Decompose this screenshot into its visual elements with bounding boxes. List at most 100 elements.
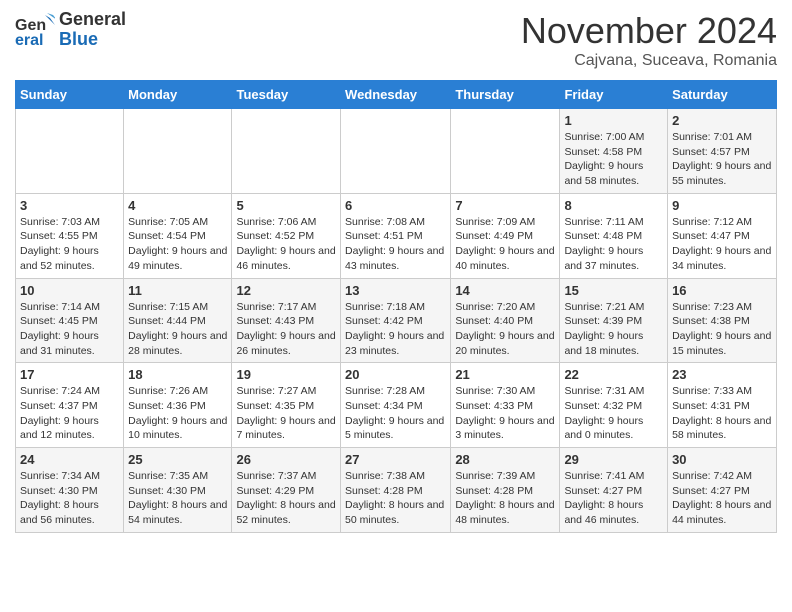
day-number: 6 [345,198,446,213]
day-info: Sunrise: 7:17 AM Sunset: 4:43 PM Dayligh… [236,300,336,359]
day-info: Sunrise: 7:41 AM Sunset: 4:27 PM Dayligh… [564,469,663,528]
day-number: 19 [236,367,336,382]
day-number: 25 [128,452,227,467]
day-number: 29 [564,452,663,467]
day-number: 15 [564,283,663,298]
header-monday: Monday [124,81,232,109]
calendar-cell: 11 Sunrise: 7:15 AM Sunset: 4:44 PM Dayli… [124,278,232,363]
calendar-week-1: 1 Sunrise: 7:00 AM Sunset: 4:58 PM Daylig… [16,109,777,194]
weekday-header-row: Sunday Monday Tuesday Wednesday Thursday… [16,81,777,109]
logo: Gen eral General Blue [15,10,126,50]
day-number: 22 [564,367,663,382]
day-info: Sunrise: 7:26 AM Sunset: 4:36 PM Dayligh… [128,384,227,443]
calendar-cell [124,109,232,194]
calendar-week-4: 17 Sunrise: 7:24 AM Sunset: 4:37 PM Dayli… [16,363,777,448]
calendar-cell: 3 Sunrise: 7:03 AM Sunset: 4:55 PM Daylig… [16,193,124,278]
day-info: Sunrise: 7:12 AM Sunset: 4:47 PM Dayligh… [672,215,772,274]
calendar-cell: 21Sunrise: 7:30 AM Sunset: 4:33 PM Dayli… [451,363,560,448]
header: Gen eral General Blue November 2024 Cajv… [15,10,777,70]
calendar-cell: 10 Sunrise: 7:14 AM Sunset: 4:45 PM Dayli… [16,278,124,363]
calendar-cell: 15 Sunrise: 7:21 AM Sunset: 4:39 PM Dayli… [560,278,668,363]
header-wednesday: Wednesday [341,81,451,109]
day-number: 20 [345,367,446,382]
day-info: Sunrise: 7:23 AM Sunset: 4:38 PM Dayligh… [672,300,772,359]
logo-text-blue: Blue [59,30,126,50]
day-info: Sunrise: 7:24 AM Sunset: 4:37 PM Dayligh… [20,384,119,443]
calendar-table: Sunday Monday Tuesday Wednesday Thursday… [15,80,777,533]
day-number: 4 [128,198,227,213]
day-number: 10 [20,283,119,298]
calendar-cell [16,109,124,194]
day-info: Sunrise: 7:34 AM Sunset: 4:30 PM Dayligh… [20,469,119,528]
month-title: November 2024 [521,10,777,52]
day-number: 13 [345,283,446,298]
day-info: Sunrise: 7:01 AM Sunset: 4:57 PM Dayligh… [672,130,772,189]
day-info: Sunrise: 7:03 AM Sunset: 4:55 PM Dayligh… [20,215,119,274]
calendar-cell: 17 Sunrise: 7:24 AM Sunset: 4:37 PM Dayli… [16,363,124,448]
day-info: Sunrise: 7:09 AM Sunset: 4:49 PM Dayligh… [455,215,555,274]
calendar-cell [232,109,341,194]
calendar-cell: 28 Sunrise: 7:39 AM Sunset: 4:28 PM Dayli… [451,448,560,533]
calendar-cell: 19 Sunrise: 7:27 AM Sunset: 4:35 PM Dayli… [232,363,341,448]
day-info: Sunrise: 7:35 AM Sunset: 4:30 PM Dayligh… [128,469,227,528]
calendar-week-2: 3 Sunrise: 7:03 AM Sunset: 4:55 PM Daylig… [16,193,777,278]
calendar-cell: 26Sunrise: 7:37 AM Sunset: 4:29 PM Dayli… [232,448,341,533]
logo-text-general: General [59,10,126,30]
day-number: 5 [236,198,336,213]
day-number: 26 [236,452,336,467]
day-info: Sunrise: 7:14 AM Sunset: 4:45 PM Dayligh… [20,300,119,359]
calendar-cell: 29 Sunrise: 7:41 AM Sunset: 4:27 PM Dayli… [560,448,668,533]
calendar-cell: 14Sunrise: 7:20 AM Sunset: 4:40 PM Dayli… [451,278,560,363]
calendar-cell: 8 Sunrise: 7:11 AM Sunset: 4:48 PM Daylig… [560,193,668,278]
day-number: 12 [236,283,336,298]
day-number: 23 [672,367,772,382]
day-info: Sunrise: 7:06 AM Sunset: 4:52 PM Dayligh… [236,215,336,274]
calendar-cell: 22 Sunrise: 7:31 AM Sunset: 4:32 PM Dayli… [560,363,668,448]
day-number: 17 [20,367,119,382]
day-info: Sunrise: 7:21 AM Sunset: 4:39 PM Dayligh… [564,300,663,359]
calendar-cell: 1 Sunrise: 7:00 AM Sunset: 4:58 PM Daylig… [560,109,668,194]
day-number: 28 [455,452,555,467]
calendar-cell: 23Sunrise: 7:33 AM Sunset: 4:31 PM Dayli… [668,363,777,448]
day-info: Sunrise: 7:15 AM Sunset: 4:44 PM Dayligh… [128,300,227,359]
day-info: Sunrise: 7:08 AM Sunset: 4:51 PM Dayligh… [345,215,446,274]
calendar-cell [451,109,560,194]
day-number: 1 [564,113,663,128]
day-info: Sunrise: 7:31 AM Sunset: 4:32 PM Dayligh… [564,384,663,443]
logo-icon: Gen eral [15,10,55,50]
day-number: 2 [672,113,772,128]
day-info: Sunrise: 7:27 AM Sunset: 4:35 PM Dayligh… [236,384,336,443]
day-number: 24 [20,452,119,467]
header-friday: Friday [560,81,668,109]
day-info: Sunrise: 7:00 AM Sunset: 4:58 PM Dayligh… [564,130,663,189]
calendar-cell: 5 Sunrise: 7:06 AM Sunset: 4:52 PM Daylig… [232,193,341,278]
header-tuesday: Tuesday [232,81,341,109]
calendar-cell: 16 Sunrise: 7:23 AM Sunset: 4:38 PM Dayli… [668,278,777,363]
svg-text:eral: eral [15,32,43,49]
day-info: Sunrise: 7:28 AM Sunset: 4:34 PM Dayligh… [345,384,446,443]
calendar-week-3: 10 Sunrise: 7:14 AM Sunset: 4:45 PM Dayli… [16,278,777,363]
calendar-cell: 27Sunrise: 7:38 AM Sunset: 4:28 PM Dayli… [341,448,451,533]
day-number: 11 [128,283,227,298]
calendar-week-5: 24 Sunrise: 7:34 AM Sunset: 4:30 PM Dayli… [16,448,777,533]
day-info: Sunrise: 7:20 AM Sunset: 4:40 PM Dayligh… [455,300,555,359]
header-saturday: Saturday [668,81,777,109]
day-info: Sunrise: 7:18 AM Sunset: 4:42 PM Dayligh… [345,300,446,359]
day-number: 18 [128,367,227,382]
day-number: 16 [672,283,772,298]
day-info: Sunrise: 7:42 AM Sunset: 4:27 PM Dayligh… [672,469,772,528]
title-section: November 2024 Cajvana, Suceava, Romania [521,10,777,70]
day-info: Sunrise: 7:11 AM Sunset: 4:48 PM Dayligh… [564,215,663,274]
calendar-cell: 30 Sunrise: 7:42 AM Sunset: 4:27 PM Dayli… [668,448,777,533]
calendar-cell: 13 Sunrise: 7:18 AM Sunset: 4:42 PM Dayli… [341,278,451,363]
calendar-cell: 12 Sunrise: 7:17 AM Sunset: 4:43 PM Dayli… [232,278,341,363]
day-number: 7 [455,198,555,213]
day-number: 8 [564,198,663,213]
calendar-cell: 9Sunrise: 7:12 AM Sunset: 4:47 PM Daylig… [668,193,777,278]
day-info: Sunrise: 7:05 AM Sunset: 4:54 PM Dayligh… [128,215,227,274]
day-info: Sunrise: 7:39 AM Sunset: 4:28 PM Dayligh… [455,469,555,528]
calendar-cell: 4 Sunrise: 7:05 AM Sunset: 4:54 PM Daylig… [124,193,232,278]
day-number: 30 [672,452,772,467]
day-number: 3 [20,198,119,213]
day-info: Sunrise: 7:38 AM Sunset: 4:28 PM Dayligh… [345,469,446,528]
